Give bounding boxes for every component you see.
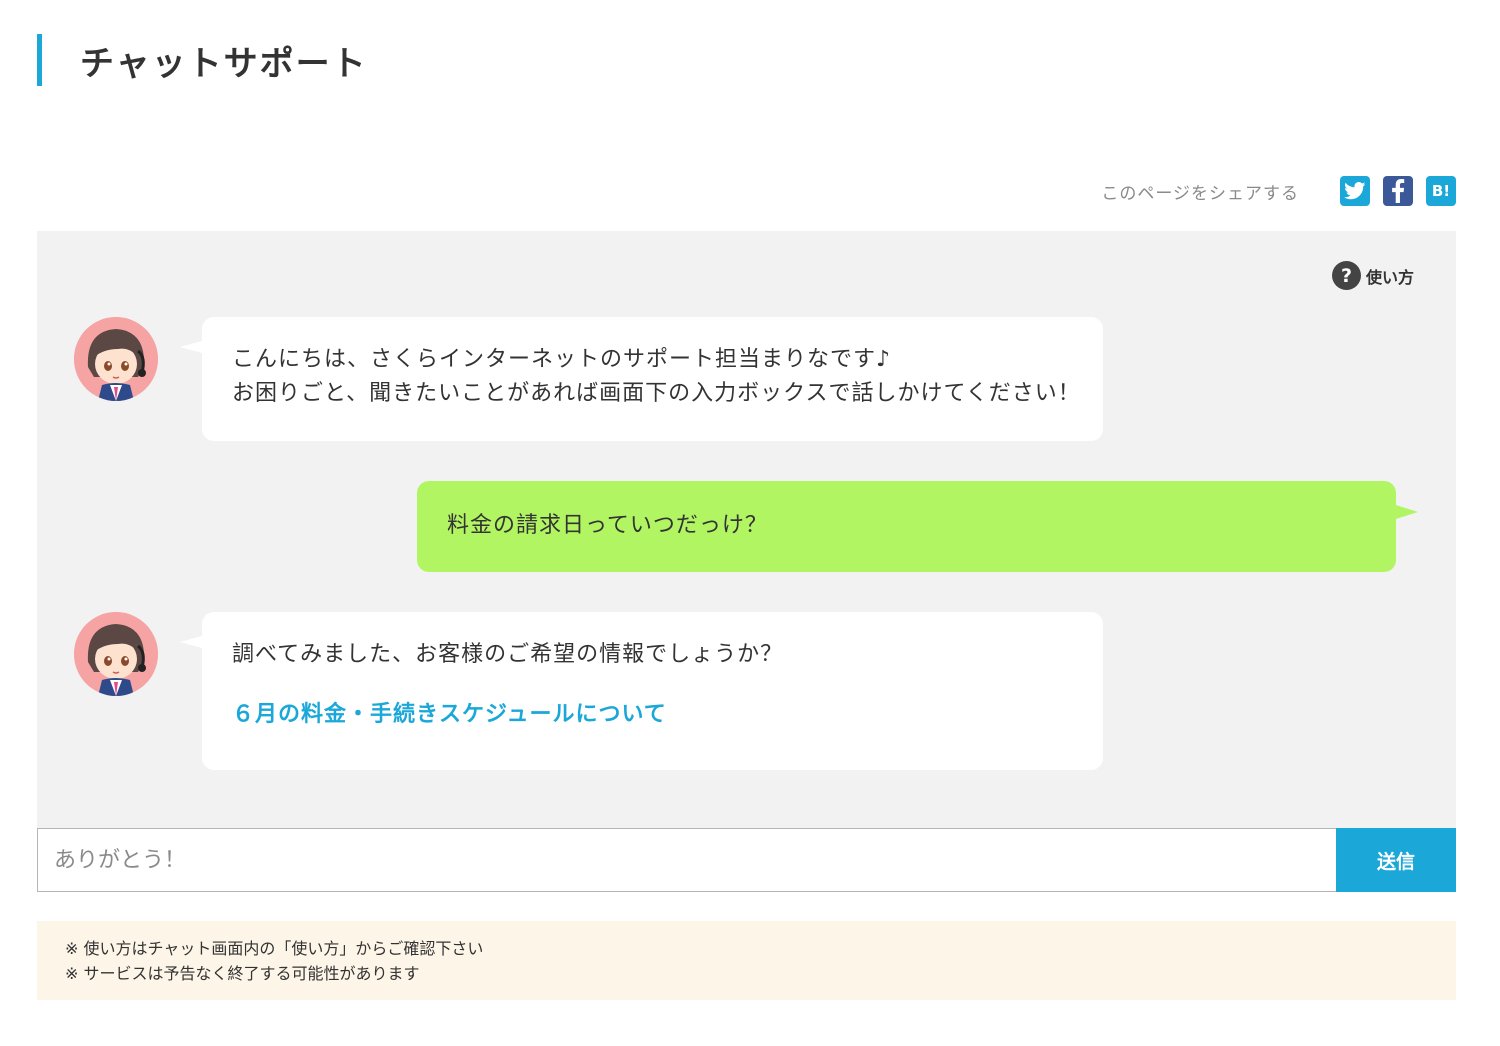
- hatena-bookmark-share-button[interactable]: B!: [1426, 176, 1456, 206]
- notice-line: ※ 使い方はチャット画面内の「使い方」からご確認下さい: [65, 939, 484, 958]
- help-link[interactable]: ? 使い方: [1331, 261, 1414, 290]
- operator-avatar: [74, 317, 158, 401]
- notice-box: ※ 使い方はチャット画面内の「使い方」からご確認下さい ※ サービスは予告なく終…: [37, 921, 1456, 1000]
- facebook-share-button[interactable]: [1383, 176, 1413, 206]
- twitter-icon: [1344, 182, 1366, 200]
- share-row: このページをシェアする B!: [1101, 175, 1456, 207]
- bot-message-line: お困りごと、聞きたいことがあれば画面下の入力ボックスで話しかけてください！: [232, 381, 1081, 406]
- header-accent-bar: [37, 34, 42, 86]
- faq-link[interactable]: ６月の料金・手続きスケジュールについて: [232, 696, 1073, 728]
- bot-message-bubble: 調べてみました、お客様のご希望の情報でしょうか？ ６月の料金・手続きスケジュール…: [180, 612, 1103, 770]
- bot-message-line: こんにちは、さくらインターネットのサポート担当まりなです♪: [232, 347, 892, 372]
- operator-avatar: [74, 612, 158, 696]
- facebook-icon: [1392, 179, 1405, 203]
- bot-message-text: 調べてみました、お客様のご希望の情報でしょうか？: [232, 642, 784, 667]
- user-message-text: 料金の請求日っていつだっけ？: [447, 513, 768, 538]
- page-header: チャットサポート: [37, 34, 368, 86]
- help-label: 使い方: [1365, 267, 1414, 287]
- page-title: チャットサポート: [80, 43, 368, 84]
- hatena-bookmark-icon: B!: [1431, 182, 1451, 200]
- question-circle-icon: ?: [1331, 261, 1361, 290]
- share-label: このページをシェアする: [1101, 183, 1299, 204]
- chat-message-input[interactable]: [37, 828, 1336, 892]
- twitter-share-button[interactable]: [1340, 176, 1370, 206]
- chat-area[interactable]: ? 使い方 こんにちは、さくらインターネットのサポート担当まりなです♪ お困りご…: [37, 231, 1456, 828]
- notice-line: ※ サービスは予告なく終了する可能性があります: [65, 964, 420, 983]
- send-button[interactable]: 送信: [1336, 828, 1456, 892]
- chat-input-row: 送信: [37, 828, 1456, 892]
- bot-message-bubble: こんにちは、さくらインターネットのサポート担当まりなです♪ お困りごと、聞きたい…: [180, 317, 1103, 441]
- user-message-bubble: 料金の請求日っていつだっけ？: [417, 481, 1418, 572]
